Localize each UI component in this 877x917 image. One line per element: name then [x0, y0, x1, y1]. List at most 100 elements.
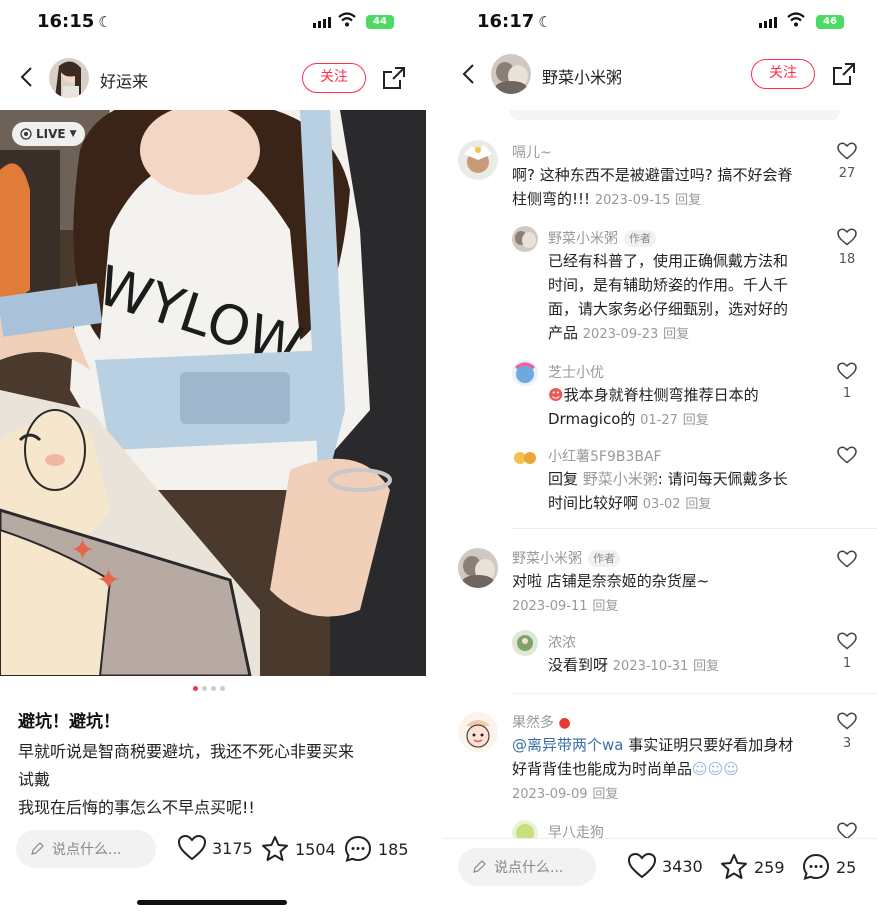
comment-like-count: 18 — [838, 252, 856, 267]
heart-icon[interactable] — [837, 142, 857, 160]
comment-count: 25 — [836, 857, 857, 877]
comment-like-count: 27 — [838, 166, 856, 181]
commenter-name[interactable]: 嗝儿~ — [512, 142, 552, 162]
heart-icon[interactable] — [837, 632, 857, 650]
follow-button[interactable]: 关注 — [302, 63, 366, 93]
live-label: LIVE — [36, 127, 66, 141]
wifi-icon — [787, 12, 805, 27]
author-avatar[interactable] — [491, 54, 531, 94]
reply-link[interactable]: 回复 — [592, 599, 618, 614]
comment-button[interactable]: 25 — [802, 853, 856, 881]
comment-text: 没看到呀 2023-10-31 回复 — [548, 656, 720, 674]
heart-icon[interactable] — [837, 822, 857, 838]
commenter-name[interactable]: 浓浓 — [548, 632, 576, 652]
commenter-name[interactable]: 早八走狗 — [548, 822, 604, 838]
commenter-avatar[interactable] — [458, 712, 498, 752]
favorite-button[interactable]: 1504 — [261, 835, 336, 863]
commenter-avatar[interactable] — [512, 630, 538, 656]
heart-icon — [628, 853, 656, 879]
mention-link[interactable]: @离异带两个wa — [512, 736, 623, 754]
comment-button[interactable]: 185 — [344, 835, 409, 863]
comment-date: 03-02 — [642, 497, 681, 512]
commenter-avatar[interactable] — [458, 140, 498, 180]
strawberry-icon: ● — [558, 715, 571, 731]
comment-text: @离异带两个wa 事实证明只要好看加身材 好背背佳也能成为时尚单品☺☺☺ 202… — [512, 736, 794, 802]
commenter-name[interactable]: 野菜小米粥 作者 — [512, 548, 620, 568]
back-arrow-icon[interactable] — [16, 66, 38, 88]
thread-divider — [512, 528, 877, 529]
commenter-avatar[interactable] — [458, 548, 498, 588]
commenter-name[interactable]: 果然多 ● — [512, 712, 571, 732]
post-photo[interactable]: WYLOW ✦ ✦ — [0, 110, 426, 676]
post-title: 避坑！避坑！ — [18, 712, 120, 732]
commenter-avatar[interactable] — [512, 360, 538, 386]
like-count: 3430 — [662, 856, 703, 876]
heart-icon[interactable] — [837, 712, 857, 730]
author-name[interactable]: 好运来 — [100, 68, 148, 92]
bottom-bar-border — [442, 838, 877, 839]
heart-icon[interactable] — [837, 228, 857, 246]
heart-icon[interactable] — [837, 362, 857, 380]
like-count: 3175 — [212, 838, 253, 858]
commenter-avatar[interactable] — [512, 444, 538, 470]
comment-date: 2023-09-15 — [594, 193, 671, 208]
author-tag: 作者 — [624, 230, 656, 247]
commenter-name[interactable]: 小红薯5F9B3BAF — [548, 446, 662, 466]
post-body-line: 我现在后悔的事怎么不早点买呢!! — [18, 798, 255, 817]
comment-like-count: 1 — [842, 386, 852, 401]
battery-indicator: 46 — [816, 15, 844, 29]
reply-link[interactable]: 回复 — [663, 327, 689, 342]
moon-icon: ☾ — [98, 13, 112, 31]
thread-divider — [512, 693, 877, 694]
post-header: 野菜小米粥 关注 — [442, 44, 877, 104]
comment-count: 185 — [378, 839, 409, 859]
like-button[interactable]: 3430 — [628, 853, 703, 879]
like-button[interactable]: 3175 — [178, 835, 253, 861]
reply-link[interactable]: 回复 — [683, 413, 709, 428]
comment-placeholder: 说点什么... — [52, 842, 122, 858]
back-arrow-icon[interactable] — [458, 63, 480, 85]
pencil-icon — [473, 860, 486, 873]
comment-input[interactable]: 说点什么... — [16, 830, 156, 868]
share-icon[interactable] — [382, 66, 406, 90]
previous-comment-edge — [510, 110, 840, 120]
favorite-count: 1504 — [295, 839, 336, 859]
comment-input[interactable]: 说点什么... — [458, 848, 596, 886]
emoji-icon: ☻ — [548, 386, 564, 404]
follow-button[interactable]: 关注 — [751, 59, 815, 89]
comment-bubble-icon — [802, 853, 830, 881]
commenter-name[interactable]: 芝士小优 — [548, 362, 604, 382]
favorite-button[interactable]: 259 — [720, 853, 785, 881]
author-avatar[interactable] — [49, 58, 89, 98]
svg-text:✦: ✦ — [96, 563, 121, 598]
commenter-name[interactable]: 野菜小米粥 作者 — [548, 228, 656, 248]
reply-link[interactable]: 回复 — [675, 193, 701, 208]
heart-icon — [178, 835, 206, 861]
commenter-avatar[interactable] — [512, 226, 538, 252]
heart-icon[interactable] — [837, 550, 857, 568]
author-name[interactable]: 野菜小米粥 — [542, 64, 622, 88]
status-time: 16:15 ☾ — [37, 11, 112, 32]
svg-text:✦: ✦ — [70, 533, 95, 568]
bottom-action-bar: 说点什么... 3175 1504 185 — [0, 826, 426, 876]
comment-date: 2023-10-31 — [612, 659, 689, 674]
comment-text: 啊? 这种东西不是被避雷过吗? 搞不好会脊 柱侧弯的!!! 2023-09-15… — [512, 166, 793, 208]
share-icon[interactable] — [832, 62, 856, 86]
reply-link[interactable]: 回复 — [693, 659, 719, 674]
comment-date: 2023-09-23 — [582, 327, 659, 342]
comment-list[interactable]: 嗝儿~ 啊? 这种东西不是被避雷过吗? 搞不好会脊 柱侧弯的!!! 2023-0… — [442, 110, 877, 838]
pencil-icon — [31, 842, 44, 855]
post-header: 好运来 关注 — [0, 48, 426, 108]
comment-date: 2023-09-11 — [512, 599, 588, 614]
reply-link[interactable]: 回复 — [685, 497, 711, 512]
emoji-icon: ☺☺☺ — [692, 760, 739, 778]
favorite-count: 259 — [754, 857, 785, 877]
home-indicator — [137, 900, 287, 905]
reply-link[interactable]: 回复 — [592, 787, 618, 802]
heart-icon[interactable] — [837, 446, 857, 464]
comment-date: 2023-09-09 — [512, 787, 588, 802]
status-bar: 16:17 ☾ 46 — [442, 0, 877, 42]
commenter-avatar[interactable] — [512, 820, 538, 838]
live-badge[interactable]: LIVE ▼ — [12, 122, 85, 146]
reply-to-user[interactable]: 野菜小米粥 — [583, 470, 658, 488]
